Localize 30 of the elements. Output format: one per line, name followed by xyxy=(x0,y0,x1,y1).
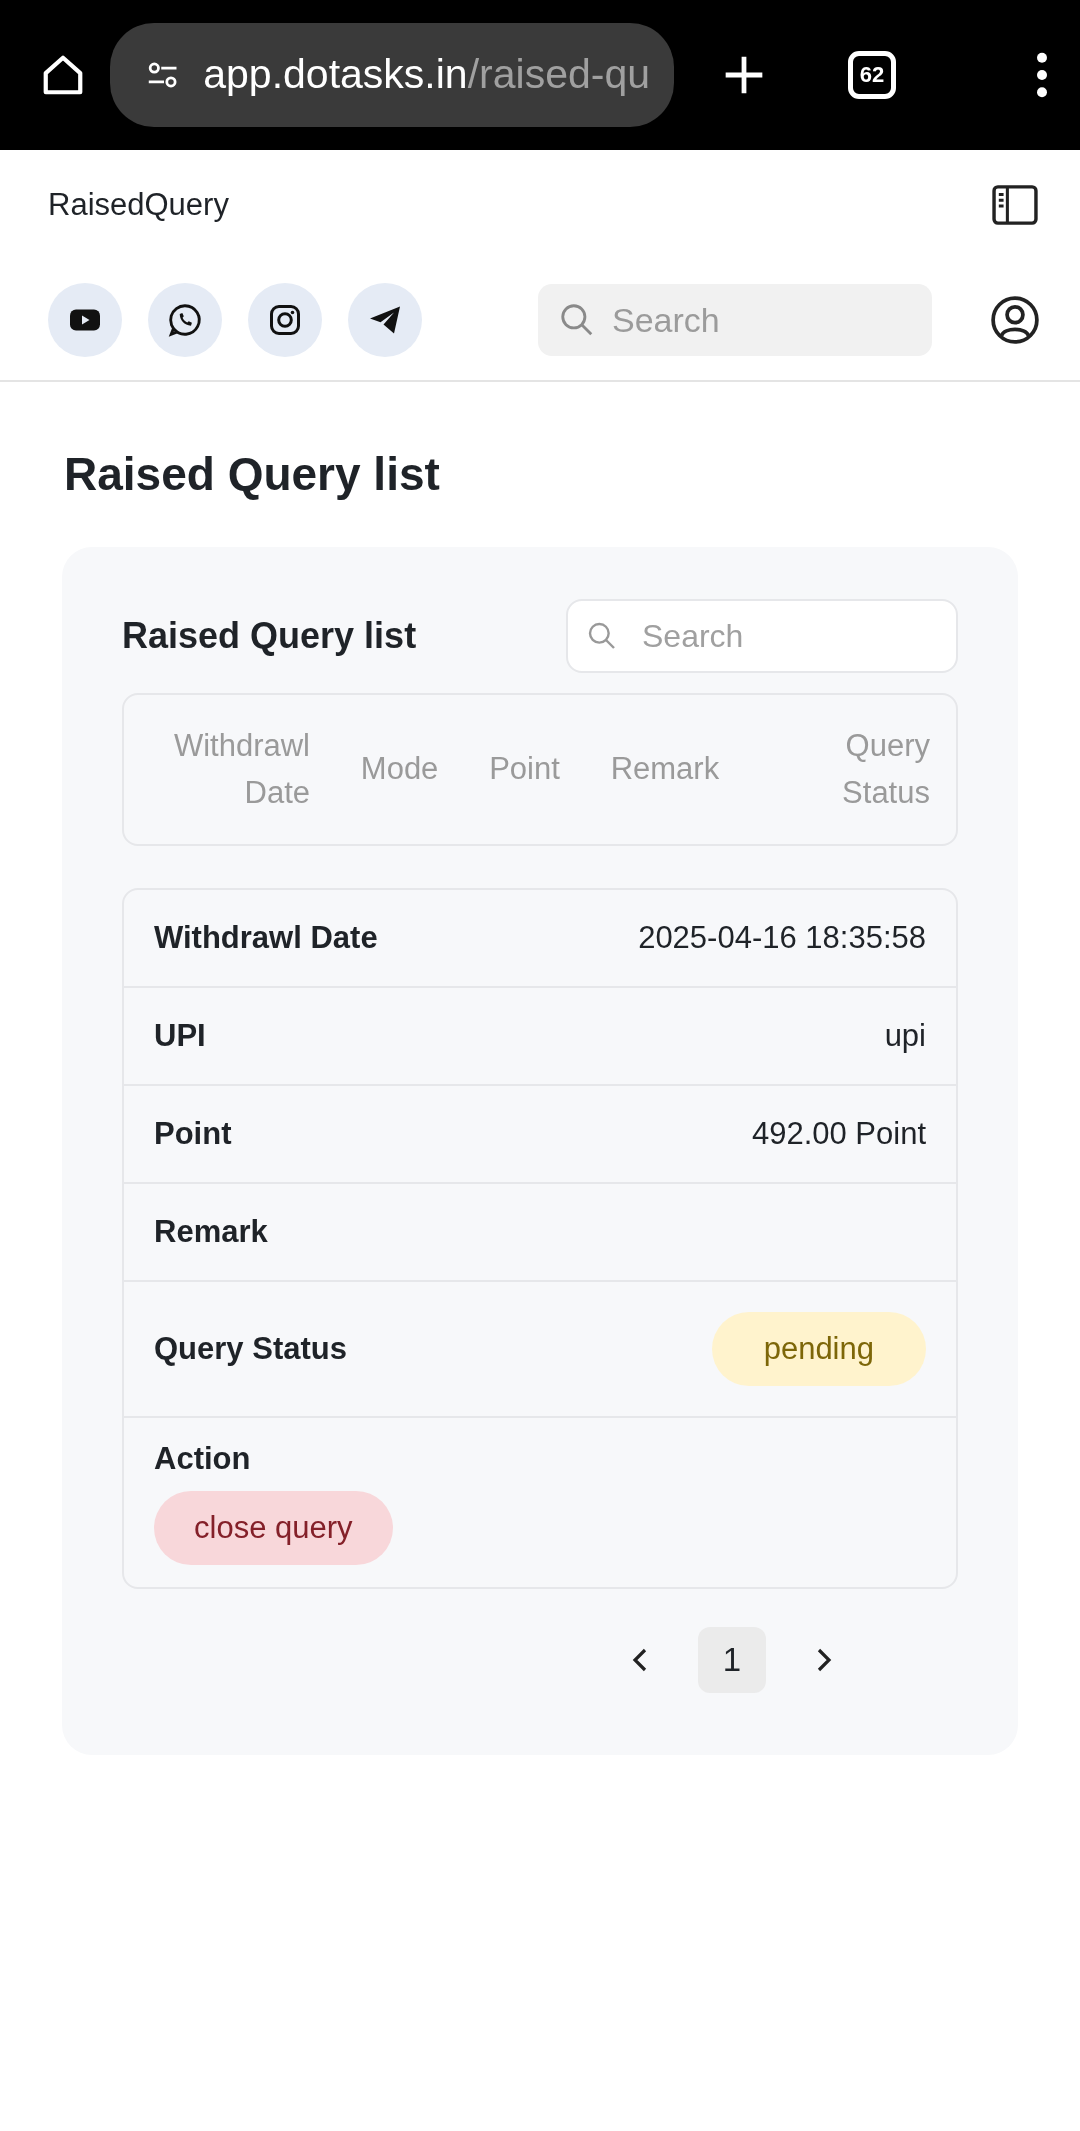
field-label: Withdrawl Date xyxy=(154,918,378,957)
column-header: Query Status xyxy=(841,727,930,812)
field-value: 2025-04-16 18:35:58 xyxy=(638,918,926,957)
page-button[interactable]: 1 xyxy=(698,1627,766,1693)
camera-icon xyxy=(267,302,303,338)
field-label: UPI xyxy=(154,1016,206,1055)
status-badge: pending xyxy=(711,1311,926,1387)
column-header: Mode xyxy=(360,750,439,789)
column-header: Point xyxy=(489,750,560,789)
sidebar-toggle-icon[interactable] xyxy=(992,185,1038,225)
field-label: Point xyxy=(154,1114,232,1153)
field-label: Query Status xyxy=(154,1329,347,1368)
search-field[interactable]: Search xyxy=(566,599,958,673)
phone-chat-icon xyxy=(167,302,203,338)
app-title: RaisedQuery xyxy=(48,185,229,224)
url-text: app.dotasks.in/raised-qu xyxy=(203,50,650,100)
column-header: Remark xyxy=(610,750,720,789)
field-value: upi xyxy=(884,1016,926,1055)
field-value: 492.00 Point xyxy=(751,1114,926,1153)
close-query-button[interactable]: close query xyxy=(154,1490,393,1565)
search-field[interactable]: Search xyxy=(538,284,932,356)
page-title: Raised Query list xyxy=(64,447,441,502)
more-icon[interactable] xyxy=(1034,52,1050,98)
address-bar[interactable]: app.dotasks.in/raised-qu xyxy=(110,23,674,127)
card-title: Raised Query list xyxy=(122,614,417,658)
column-header: Withdrawl Date xyxy=(172,727,310,812)
user-avatar-icon[interactable] xyxy=(990,295,1040,345)
field-label: Remark xyxy=(154,1212,268,1251)
field-label: Action xyxy=(154,1440,251,1478)
tab-count[interactable]: 62 xyxy=(848,51,896,99)
